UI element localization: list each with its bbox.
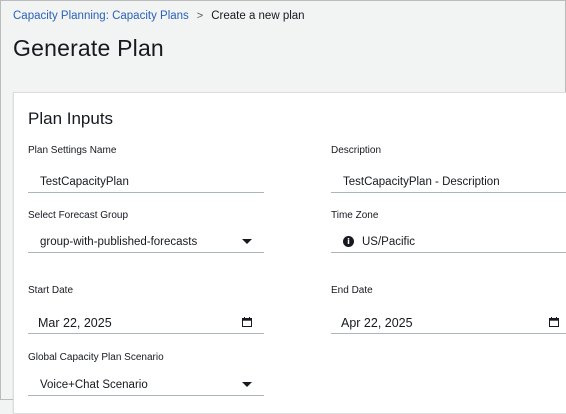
end-date-value: Apr 22, 2025 <box>341 315 413 330</box>
panel-title: Plan Inputs <box>28 109 114 128</box>
end-date-label: End Date <box>331 285 373 296</box>
description-label: Description <box>331 145 382 156</box>
calendar-icon[interactable] <box>242 317 252 327</box>
start-date-value: Mar 22, 2025 <box>38 315 112 330</box>
time-zone-field: i US/Pacific <box>331 231 566 253</box>
forecast-group-label: Select Forecast Group <box>28 210 129 221</box>
calendar-icon[interactable] <box>549 317 559 327</box>
breadcrumb: Capacity Planning: Capacity Plans > Crea… <box>13 10 305 22</box>
description-value: TestCapacityPlan - Description <box>343 175 500 188</box>
end-date-input[interactable]: Apr 22, 2025 <box>331 312 566 334</box>
info-icon: i <box>343 236 354 247</box>
forecast-group-value: group-with-published-forecasts <box>40 235 198 248</box>
plan-settings-name-label: Plan Settings Name <box>28 145 117 156</box>
forecast-group-select[interactable]: group-with-published-forecasts <box>28 231 264 253</box>
description-input[interactable]: TestCapacityPlan - Description <box>331 171 566 193</box>
scenario-label: Global Capacity Plan Scenario <box>28 352 164 363</box>
time-zone-value: US/Pacific <box>362 235 416 248</box>
chevron-down-icon <box>242 382 252 387</box>
chevron-down-icon <box>242 239 252 244</box>
scenario-select[interactable]: Voice+Chat Scenario <box>28 374 264 396</box>
time-zone-label: Time Zone <box>331 210 379 221</box>
breadcrumb-link-capacity-plans[interactable]: Capacity Planning: Capacity Plans <box>13 10 189 22</box>
page-title: Generate Plan <box>13 35 164 61</box>
start-date-input[interactable]: Mar 22, 2025 <box>28 312 264 334</box>
breadcrumb-current: Create a new plan <box>211 10 305 22</box>
start-date-label: Start Date <box>28 285 74 296</box>
breadcrumb-separator: > <box>196 10 204 22</box>
plan-settings-name-input[interactable]: TestCapacityPlan <box>28 171 264 193</box>
plan-inputs-panel: Plan Inputs Plan Settings Name TestCapac… <box>13 92 566 414</box>
plan-settings-name-value: TestCapacityPlan <box>40 175 129 188</box>
scenario-value: Voice+Chat Scenario <box>40 378 148 391</box>
